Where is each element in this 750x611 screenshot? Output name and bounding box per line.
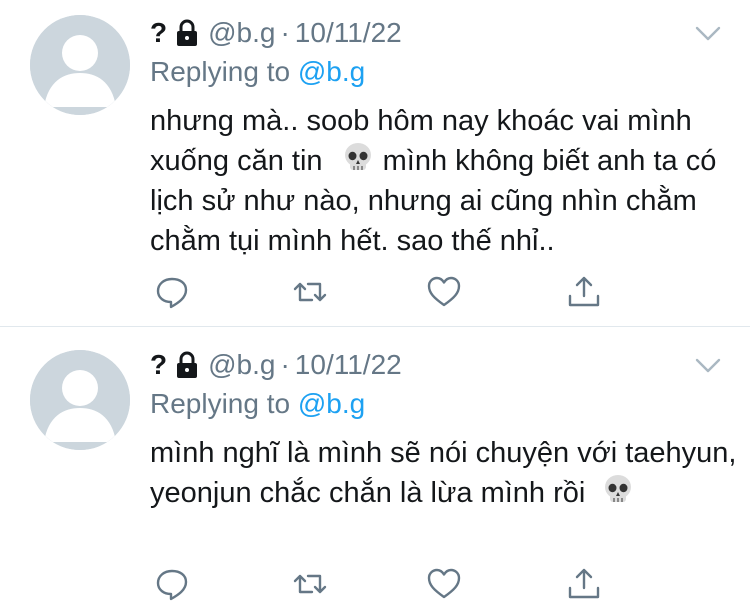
- chevron-down-icon[interactable]: [695, 26, 721, 42]
- retweet-button[interactable]: [292, 566, 328, 602]
- display-name[interactable]: ?: [150, 17, 167, 49]
- tweet-actions: [150, 566, 610, 606]
- like-button[interactable]: [426, 274, 462, 310]
- share-button[interactable]: [566, 274, 602, 310]
- skull-emoji-icon: [605, 475, 632, 502]
- share-button[interactable]: [566, 566, 602, 602]
- user-handle[interactable]: @b.g: [208, 17, 275, 49]
- replying-handle-link[interactable]: @b.g: [298, 388, 365, 419]
- tweet[interactable]: ? @b.g · 10/11/22 Replying to @b.g mình …: [0, 328, 750, 611]
- replying-handle-link[interactable]: @b.g: [298, 56, 365, 87]
- tweet-text-part: mình nghĩ là mình sẽ nói chuyện với taeh…: [150, 437, 737, 509]
- replying-label: Replying to: [150, 388, 291, 419]
- like-icon: [427, 276, 461, 307]
- lock-icon: [177, 351, 198, 378]
- skull-emoji-icon: [344, 143, 371, 170]
- tweet-text: mình nghĩ là mình sẽ nói chuyện với taeh…: [150, 433, 740, 513]
- lock-icon: [177, 19, 198, 46]
- default-avatar-icon: [30, 350, 130, 450]
- replying-to: Replying to @b.g: [150, 56, 365, 88]
- tweet-date[interactable]: 10/11/22: [295, 349, 402, 381]
- reply-button[interactable]: [154, 566, 190, 602]
- retweet-button[interactable]: [292, 274, 328, 310]
- replying-label: Replying to: [150, 56, 291, 87]
- replying-to: Replying to @b.g: [150, 388, 365, 420]
- avatar[interactable]: [30, 350, 130, 450]
- tweet-text: nhưng mà.. soob hôm nay khoác vai mình x…: [150, 101, 740, 261]
- retweet-icon: [293, 574, 327, 594]
- separator-dot: ·: [280, 349, 290, 380]
- retweet-icon: [293, 282, 327, 302]
- tweet-header: ? @b.g · 10/11/22: [150, 16, 402, 50]
- like-button[interactable]: [426, 566, 462, 602]
- tweet-actions: [150, 274, 610, 314]
- share-icon: [568, 568, 600, 599]
- reply-button[interactable]: [154, 274, 190, 310]
- share-icon: [568, 276, 600, 307]
- tweet-header: ? @b.g · 10/11/22: [150, 348, 402, 382]
- chevron-down-icon[interactable]: [695, 358, 721, 374]
- avatar[interactable]: [30, 15, 130, 115]
- like-icon: [427, 568, 461, 599]
- display-name[interactable]: ?: [150, 349, 167, 381]
- default-avatar-icon: [30, 15, 130, 115]
- tweet-divider: [0, 326, 750, 327]
- reply-icon: [156, 277, 188, 309]
- tweet[interactable]: ? @b.g · 10/11/22 Replying to @b.g nhưng…: [0, 0, 750, 327]
- reply-icon: [156, 569, 188, 601]
- user-handle[interactable]: @b.g: [208, 349, 275, 381]
- tweet-date[interactable]: 10/11/22: [295, 17, 402, 49]
- separator-dot: ·: [280, 17, 290, 48]
